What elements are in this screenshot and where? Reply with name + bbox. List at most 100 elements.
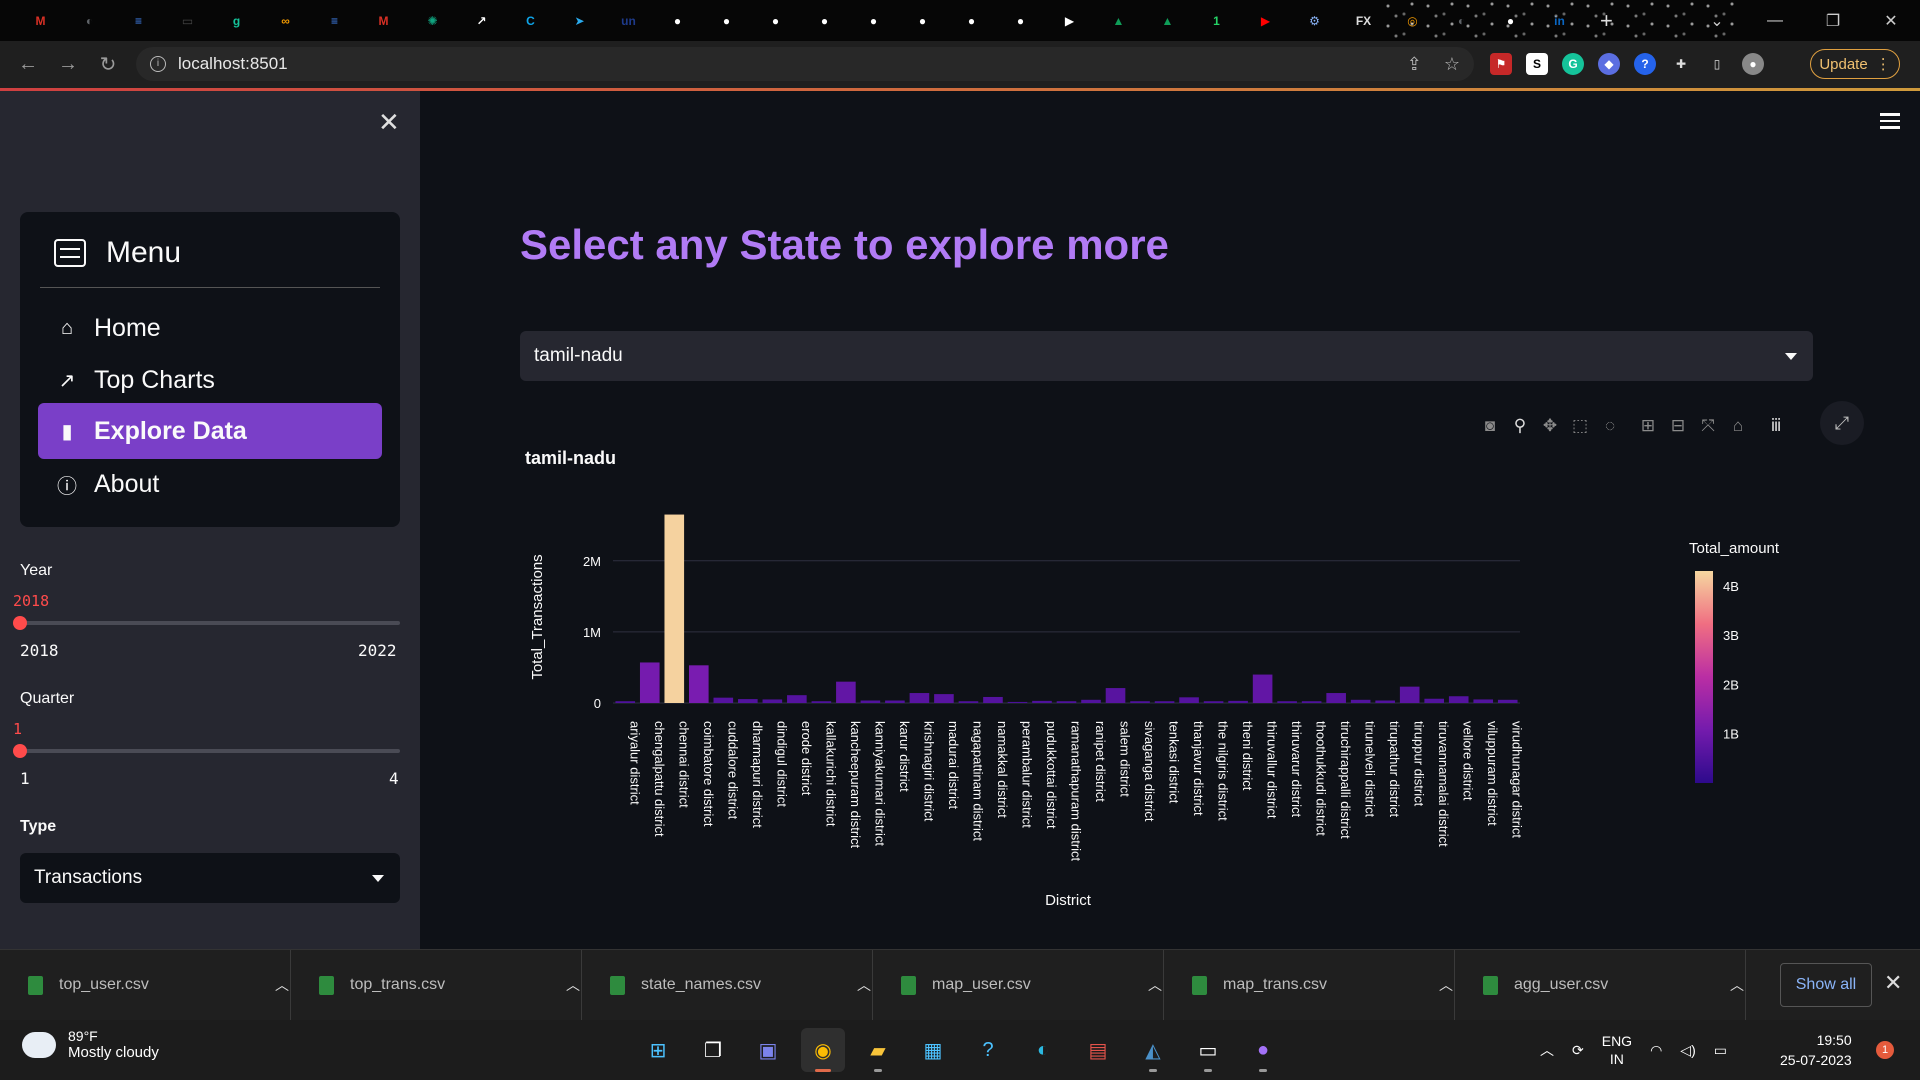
bar[interactable] bbox=[1277, 701, 1297, 703]
profile-avatar[interactable]: ● bbox=[1742, 53, 1764, 75]
bar[interactable] bbox=[713, 697, 734, 703]
pinned-tab[interactable]: in bbox=[1535, 0, 1584, 41]
extension-icon[interactable]: ? bbox=[1634, 53, 1656, 75]
bar[interactable] bbox=[958, 701, 979, 703]
autoscale-icon[interactable]: ⤧ bbox=[1698, 416, 1718, 436]
bar[interactable] bbox=[1424, 698, 1445, 703]
download-item[interactable]: map_trans.csv ︿ bbox=[1164, 950, 1455, 1020]
download-item[interactable]: top_user.csv ︿ bbox=[0, 950, 291, 1020]
reload-icon[interactable]: ↻ bbox=[88, 45, 128, 85]
bar[interactable] bbox=[762, 699, 783, 703]
pinned-tab[interactable]: ▲ bbox=[1143, 0, 1192, 41]
chevron-up-icon[interactable]: ︿ bbox=[857, 975, 871, 995]
bar[interactable] bbox=[1473, 699, 1494, 703]
github-desktop-icon[interactable]: ● bbox=[1241, 1028, 1285, 1072]
battery-icon[interactable]: ▭ bbox=[1714, 1042, 1727, 1059]
pinned-tab[interactable]: ● bbox=[996, 0, 1045, 41]
extension-icon[interactable]: ⚑ bbox=[1490, 53, 1512, 75]
app-icon[interactable]: ▤ bbox=[1076, 1028, 1120, 1072]
pinned-tab[interactable]: ● bbox=[751, 0, 800, 41]
mysql-workbench-icon[interactable]: ◭ bbox=[1131, 1028, 1175, 1072]
download-item[interactable]: state_names.csv ︿ bbox=[582, 950, 873, 1020]
show-all-button[interactable]: Show all bbox=[1780, 963, 1872, 1007]
bar[interactable] bbox=[1203, 701, 1224, 703]
side-panel-icon[interactable]: ▯ bbox=[1706, 53, 1728, 75]
windows-start-icon[interactable]: ⊞ bbox=[636, 1028, 680, 1072]
chevron-up-icon[interactable]: ︿ bbox=[1148, 975, 1162, 995]
type-select[interactable]: Transactions bbox=[20, 853, 400, 903]
pinned-tab[interactable]: ● bbox=[702, 0, 751, 41]
language-indicator[interactable]: ENG IN bbox=[1602, 1032, 1632, 1068]
new-tab-icon[interactable]: + bbox=[1600, 8, 1613, 34]
pinned-tab[interactable]: ● bbox=[1486, 0, 1535, 41]
extension-icon[interactable]: ◆ bbox=[1598, 53, 1620, 75]
hamburger-menu-icon[interactable] bbox=[1880, 113, 1900, 129]
extension-s-icon[interactable]: S bbox=[1526, 53, 1548, 75]
zoom-icon[interactable]: ⚲ bbox=[1510, 416, 1530, 436]
pinned-tab[interactable]: ▶ bbox=[1241, 0, 1290, 41]
bar[interactable] bbox=[1007, 701, 1028, 703]
pinned-tab[interactable]: ⚙ bbox=[1290, 0, 1339, 41]
pinned-tab[interactable]: ● bbox=[898, 0, 947, 41]
pinned-tab[interactable]: ▶ bbox=[1045, 0, 1094, 41]
zoom-in-icon[interactable]: ⊞ bbox=[1638, 416, 1658, 436]
lasso-select-icon[interactable]: ◌ bbox=[1600, 416, 1620, 436]
bookmark-star-icon[interactable]: ☆ bbox=[1444, 54, 1460, 75]
bar[interactable] bbox=[934, 694, 954, 703]
pinned-tab[interactable]: ● bbox=[947, 0, 996, 41]
chevron-up-icon[interactable]: ︿ bbox=[566, 975, 580, 995]
pinned-tab[interactable]: ∞ bbox=[261, 0, 310, 41]
bar[interactable] bbox=[885, 700, 905, 703]
bar[interactable] bbox=[1228, 700, 1248, 703]
quarter-slider-track[interactable] bbox=[20, 749, 400, 753]
pinned-tab[interactable]: ● bbox=[653, 0, 702, 41]
pinned-tab[interactable]: ➤ bbox=[555, 0, 604, 41]
chrome-icon[interactable]: ◉ bbox=[801, 1028, 845, 1072]
bar[interactable] bbox=[1301, 701, 1322, 703]
pinned-tab[interactable]: ◐ bbox=[1437, 0, 1486, 41]
weather-widget[interactable]: 89°F Mostly cloudy bbox=[22, 1025, 159, 1061]
menu-item-explore-data[interactable]: ▮ Explore Data bbox=[38, 403, 382, 459]
bar[interactable] bbox=[1179, 697, 1199, 703]
chevron-up-icon[interactable]: ︿ bbox=[1730, 975, 1744, 995]
sync-icon[interactable]: ⟳ bbox=[1572, 1042, 1584, 1059]
menu-item-about[interactable]: ⓘ About bbox=[38, 456, 382, 512]
notification-badge[interactable]: 1 bbox=[1876, 1041, 1894, 1059]
pinned-tab[interactable]: M bbox=[359, 0, 408, 41]
pinned-tab[interactable]: g bbox=[212, 0, 261, 41]
pinned-tab[interactable]: un bbox=[604, 0, 653, 41]
pinned-tab[interactable]: ▭ bbox=[163, 0, 212, 41]
edge-icon[interactable]: ◐ bbox=[1021, 1028, 1065, 1072]
pan-icon[interactable]: ✥ bbox=[1540, 416, 1560, 436]
bar[interactable] bbox=[1375, 700, 1395, 703]
bar[interactable] bbox=[664, 514, 685, 703]
pinned-tab[interactable]: C bbox=[506, 0, 555, 41]
teams-chat-icon[interactable]: ▣ bbox=[746, 1028, 790, 1072]
download-item[interactable]: map_user.csv ︿ bbox=[873, 950, 1164, 1020]
share-icon[interactable]: ⇪ bbox=[1407, 54, 1422, 75]
restore-icon[interactable]: ❐ bbox=[1804, 0, 1862, 41]
bar[interactable] bbox=[983, 696, 1003, 703]
grammarly-extension-icon[interactable]: G bbox=[1562, 53, 1584, 75]
bar[interactable] bbox=[1399, 686, 1420, 703]
camera-icon[interactable]: ◙ bbox=[1480, 416, 1500, 436]
pinned-tab[interactable]: FX bbox=[1339, 0, 1388, 41]
bar[interactable] bbox=[1081, 699, 1101, 703]
extensions-puzzle-icon[interactable]: ✚ bbox=[1670, 53, 1692, 75]
bar[interactable] bbox=[639, 662, 660, 703]
window-close-icon[interactable]: ✕ bbox=[1862, 0, 1920, 41]
volume-icon[interactable]: ◁) bbox=[1680, 1042, 1695, 1059]
download-item[interactable]: agg_user.csv ︿ bbox=[1455, 950, 1746, 1020]
bar[interactable] bbox=[615, 701, 636, 703]
bar[interactable] bbox=[1056, 701, 1077, 703]
year-slider-track[interactable] bbox=[20, 621, 400, 625]
bar[interactable] bbox=[1252, 674, 1273, 703]
store-icon[interactable]: ▦ bbox=[911, 1028, 955, 1072]
bar[interactable] bbox=[1326, 693, 1346, 703]
help-icon[interactable]: ? bbox=[966, 1028, 1010, 1072]
pinned-tab[interactable]: ↗ bbox=[457, 0, 506, 41]
bar[interactable] bbox=[1350, 699, 1371, 703]
reset-axes-icon[interactable]: ⌂ bbox=[1728, 416, 1748, 436]
forward-icon[interactable]: → bbox=[48, 45, 88, 85]
pinned-tab[interactable]: ▲ bbox=[1094, 0, 1143, 41]
